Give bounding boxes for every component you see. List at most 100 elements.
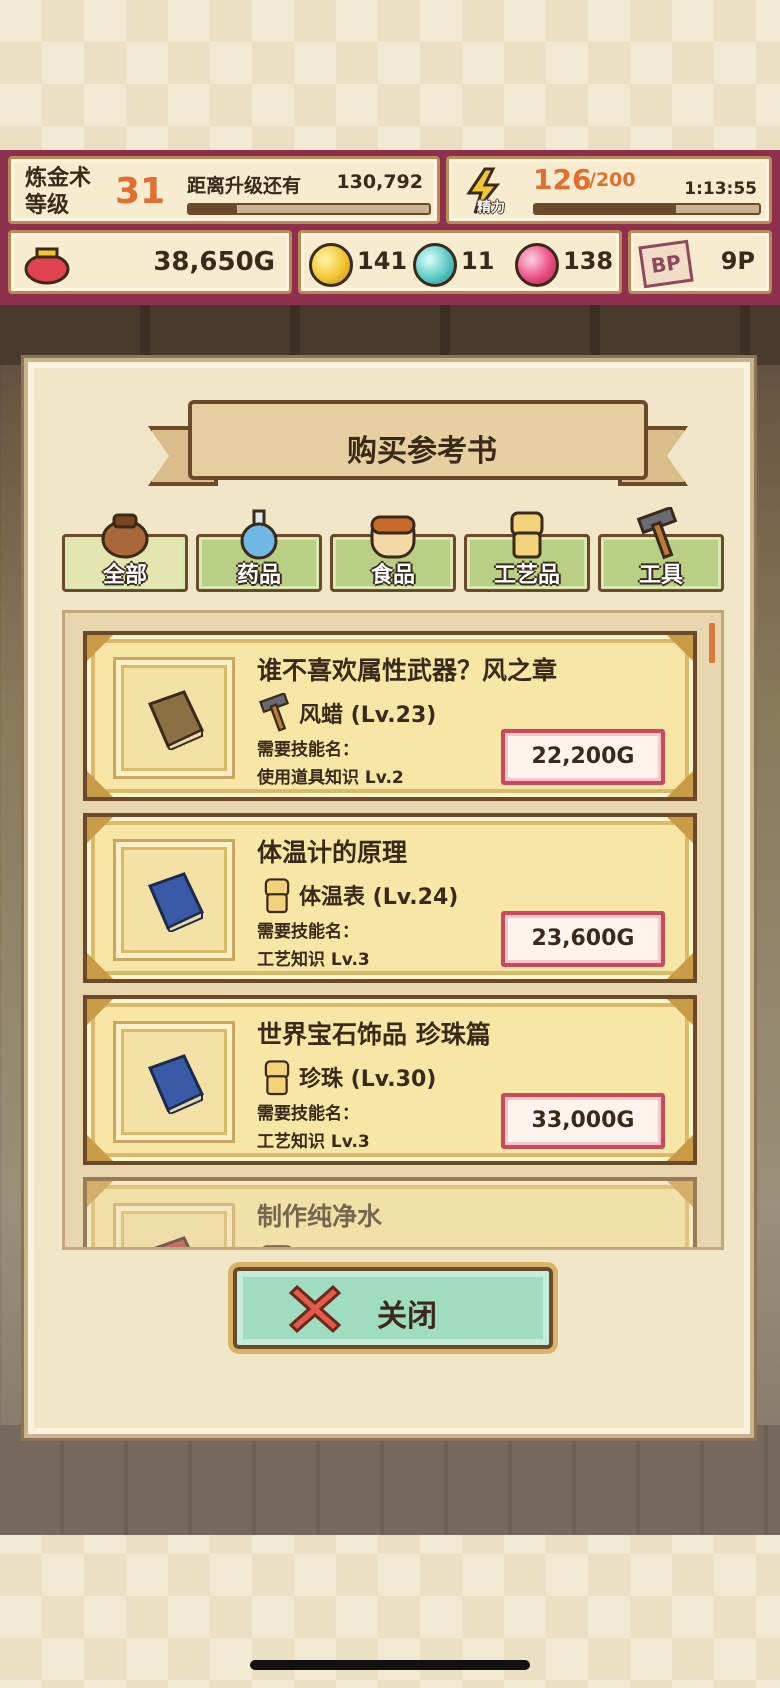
blue-book-icon [147,872,204,932]
ribbon-banner: 购买参考书 [188,400,648,480]
book-subject-text: 体温表 (Lv.24) [299,885,459,910]
card-corner [667,817,693,843]
required-skill: 工艺知识 Lv.3 [257,950,370,970]
bp-panel[interactable]: BP 9P [628,230,772,294]
book-card[interactable]: 世界宝石饰品 珍珠篇 珍珠 (Lv.30) 需要技能名： 工艺知识 Lv.3 3… [83,995,697,1165]
book-card[interactable]: 体温计的原理 体温表 (Lv.24) 需要技能名： 工艺知识 Lv.3 23,6… [83,813,697,983]
card-corner [667,953,693,979]
bp-icon: BP [638,239,694,289]
book-list[interactable]: 谁不喜欢属性武器？风之章 风蜡 (Lv.23) 需要技能名： 使用道具知识 Lv… [62,610,724,1250]
book-card[interactable]: 制作纯净水 [83,1177,697,1247]
book-subject: 珍珠 (Lv.30) [257,1057,436,1097]
tab-food[interactable]: 食品 [330,515,456,592]
red-book-icon [153,1236,190,1247]
bag-icon [101,513,149,559]
book-subject-text: 珍珠 (Lv.30) [299,1067,437,1092]
card-corner [667,1135,693,1161]
book-title: 体温计的原理 [257,838,408,867]
figurine-icon [510,511,544,559]
hammer-icon [259,693,290,732]
book-subject: 体温表 (Lv.24) [257,875,458,915]
card-corner [87,1135,113,1161]
teal-gem-count: 11 [461,247,495,275]
card-corner [667,771,693,797]
buy-price-button[interactable]: 33,000G [501,1093,665,1149]
pink-gem-count: 138 [563,247,614,275]
tab-crafts[interactable]: 工艺品 [464,511,590,592]
alchemy-level-panel[interactable]: 炼金术 等级 31 距离升级还有 130,792 [8,156,440,224]
potion-icon [240,509,278,560]
status-hud: 炼金术 等级 31 距离升级还有 130,792 精力 126 /200 1:1… [0,150,780,305]
bread-icon [370,515,416,559]
required-skill-label: 需要技能名： [257,740,359,760]
card-corner [87,771,113,797]
gems-panel[interactable]: 141 11 138 [298,230,622,294]
yellow-gem-icon [309,243,353,287]
card-corner [87,999,113,1025]
book-subject: 风蜡 (Lv.23) [257,693,436,733]
stamina-bar [533,203,761,215]
blue-book-icon [147,1054,204,1114]
brown-book-icon [147,690,204,750]
gold-amount: 38,650G [153,247,275,277]
figurine-icon [264,1060,290,1096]
stamina-current: 126 [533,163,592,196]
bp-value: 9P [720,247,755,275]
level-progress-bar [187,203,431,215]
category-tabs: 全部 药品 食品 工艺品 工具 [62,507,724,592]
book-subject [257,1239,299,1247]
book-image-frame [113,839,235,961]
next-level-value: 130,792 [336,171,423,193]
card-corner [87,817,113,843]
dialog-title: 购买参考书 [347,434,497,469]
stamina-panel[interactable]: 精力 126 /200 1:13:55 [446,156,772,224]
book-card[interactable]: 谁不喜欢属性武器？风之章 风蜡 (Lv.23) 需要技能名： 使用道具知识 Lv… [83,631,697,801]
tab-label: 药品 [236,563,281,588]
card-corner [667,635,693,661]
book-image-frame [113,657,235,779]
close-button[interactable]: 关闭 [233,1267,553,1349]
gold-panel[interactable]: 38,650G [8,230,292,294]
stamina-bar-fill [535,205,677,213]
card-corner [667,999,693,1025]
tab-label: 工具 [638,563,683,588]
list-scrollbar[interactable] [709,623,715,663]
tab-all[interactable]: 全部 [62,513,188,592]
book-subject-text: 风蜡 (Lv.23) [299,703,437,728]
tab-tools[interactable]: 工具 [598,507,724,592]
bread-icon [262,1245,292,1247]
yellow-gem-count: 141 [357,247,408,275]
book-title: 制作纯净水 [257,1202,383,1231]
stamina-max: /200 [589,169,636,191]
card-corner [87,1181,113,1207]
title-ribbon: 购买参考书 [148,392,688,492]
book-title: 谁不喜欢属性武器？风之章 [257,656,558,685]
reference-book-shop-dialog: 购买参考书 全部 药品 食品 工艺品 工具 谁不喜欢属性武器？风之章 风蜡 (L… [24,358,754,1438]
tab-potions[interactable]: 药品 [196,509,322,592]
buy-price-button[interactable]: 23,600G [501,911,665,967]
required-skill-label: 需要技能名： [257,922,359,942]
book-title: 世界宝石饰品 珍珠篇 [257,1020,491,1049]
pink-gem-icon [515,243,559,287]
next-level-label: 距离升级还有 [187,175,302,197]
teal-gem-icon [413,243,457,287]
buy-price-button[interactable]: 22,200G [501,729,665,785]
book-image-frame [113,1021,235,1143]
close-button-label: 关闭 [377,1299,437,1334]
stamina-icon-label: 精力 [477,200,505,216]
level-number: 31 [115,171,166,212]
level-title: 炼金术 等级 [25,166,92,218]
ceiling-beams [0,305,780,365]
tab-label: 全部 [102,563,147,588]
hammer-icon [636,507,678,560]
tab-label: 食品 [370,563,415,588]
required-skill-label: 需要技能名： [257,1104,359,1124]
level-progress-fill [189,205,237,213]
card-corner [87,635,113,661]
home-indicator[interactable] [250,1660,530,1670]
stamina-timer: 1:13:55 [684,179,757,199]
required-skill: 使用道具知识 Lv.2 [257,768,404,788]
tab-label: 工艺品 [493,563,560,588]
card-corner [87,953,113,979]
figurine-icon [264,878,290,914]
